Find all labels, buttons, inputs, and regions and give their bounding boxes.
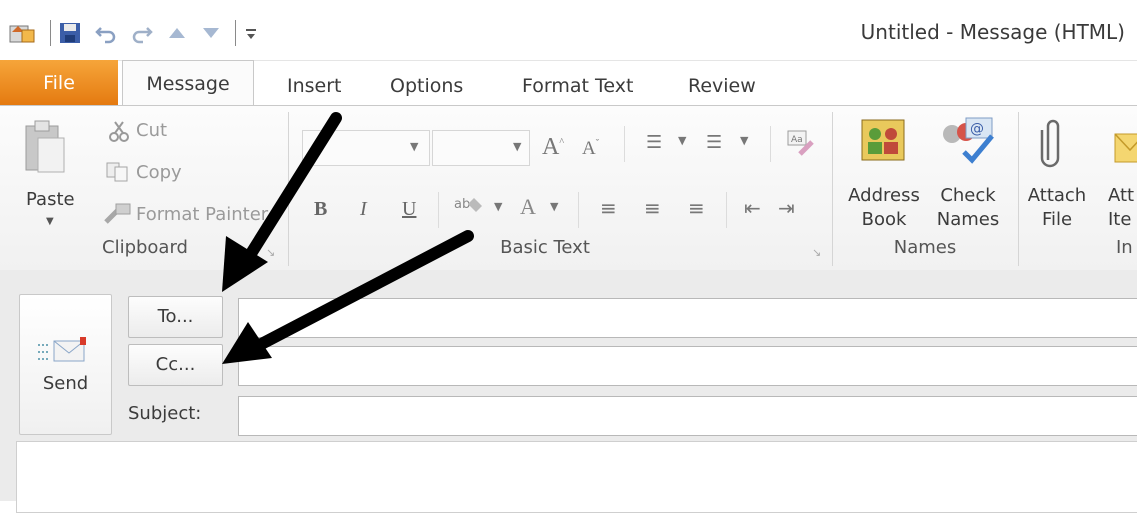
attach-file-button[interactable]: Attach File	[1026, 184, 1088, 232]
toolbar-separator	[50, 20, 51, 46]
align-right-icon[interactable]: ≡	[688, 196, 705, 220]
check-names-label-line2: Names	[936, 209, 1000, 230]
ribbon-tabs: File Message Insert Options Format Text …	[0, 60, 1137, 109]
attach-file-label-line1: Attach	[1027, 185, 1087, 206]
tab-options[interactable]: Options	[390, 66, 463, 106]
outlook-app-icon[interactable]	[8, 20, 36, 46]
to-button[interactable]: To...	[128, 296, 223, 338]
align-left-icon[interactable]: ≡	[600, 196, 617, 220]
attach-file-label-line2: File	[1041, 209, 1073, 230]
highlight-icon[interactable]: ab	[452, 192, 486, 226]
clipboard-group-label: Clipboard	[102, 237, 188, 258]
separator	[726, 192, 727, 228]
group-divider	[832, 112, 833, 266]
tab-message[interactable]: Message	[122, 60, 254, 109]
shrink-font-icon[interactable]: Aˇ	[582, 138, 599, 160]
redo-icon[interactable]	[131, 22, 153, 44]
names-group-label: Names	[893, 237, 957, 258]
send-envelope-icon	[36, 337, 92, 371]
tab-format-text[interactable]: Format Text	[522, 66, 633, 106]
check-names-label-line1: Check	[940, 185, 996, 206]
numbering-dropdown-icon[interactable]: ▼	[740, 134, 748, 147]
attach-item-button[interactable]: Att Ite	[1108, 184, 1137, 232]
grow-font-icon[interactable]: A^	[542, 134, 564, 161]
ribbon: Paste ▼ Cut Copy Format Painter Clipboar…	[0, 105, 1137, 271]
cut-icon	[108, 120, 130, 146]
include-group-label: In	[1116, 237, 1133, 258]
tab-review[interactable]: Review	[688, 66, 756, 106]
decrease-indent-icon[interactable]: ⇤	[744, 196, 761, 220]
message-body[interactable]	[16, 441, 1137, 513]
quick-access-toolbar	[8, 18, 272, 48]
svg-text:Aa: Aa	[791, 135, 803, 145]
to-field[interactable]	[238, 298, 1137, 338]
envelope-icon	[1114, 132, 1137, 170]
separator	[438, 192, 439, 228]
attach-item-label-line2: Ite	[1108, 209, 1132, 230]
highlight-dropdown-icon[interactable]: ▼	[494, 200, 502, 213]
check-names-button[interactable]: Check Names	[930, 184, 1006, 232]
underline-button[interactable]: U	[402, 198, 416, 221]
subject-field[interactable]	[238, 396, 1137, 436]
group-divider	[288, 112, 289, 266]
send-button[interactable]: Send	[19, 294, 112, 435]
bullets-icon[interactable]: ☰	[646, 132, 662, 153]
cut-button[interactable]: Cut	[136, 120, 167, 141]
format-painter-button[interactable]: Format Painter	[136, 204, 268, 225]
paste-icon[interactable]	[22, 118, 68, 180]
numbering-icon[interactable]: ☰	[706, 132, 722, 153]
send-label: Send	[42, 373, 89, 394]
address-book-label-line1: Address	[848, 185, 920, 206]
address-book-button[interactable]: Address Book	[844, 184, 924, 232]
cc-field[interactable]	[238, 346, 1137, 386]
tab-insert[interactable]: Insert	[287, 66, 342, 106]
clear-formatting-icon[interactable]: Aa	[786, 128, 816, 162]
subject-label: Subject:	[128, 403, 202, 424]
italic-button[interactable]: I	[360, 198, 367, 221]
basic-text-group-label: Basic Text	[500, 237, 590, 258]
align-center-icon[interactable]: ≡	[644, 196, 661, 220]
paste-dropdown-icon[interactable]: ▼	[46, 216, 54, 227]
compose-header: Send To... Cc... Subject:	[0, 270, 1137, 513]
format-painter-icon	[104, 202, 132, 230]
next-item-icon[interactable]	[201, 24, 221, 42]
paperclip-icon	[1040, 114, 1066, 174]
font-color-dropdown-icon[interactable]: ▼	[550, 200, 558, 213]
address-book-label-line2: Book	[861, 209, 907, 230]
paste-label[interactable]: Paste	[26, 188, 75, 212]
font-name-dropdown-icon[interactable]: ▼	[410, 140, 418, 153]
save-icon[interactable]	[59, 22, 81, 44]
increase-indent-icon[interactable]: ⇥	[778, 196, 795, 220]
tab-file[interactable]: File	[0, 60, 118, 106]
undo-icon[interactable]	[95, 22, 117, 44]
window-title: Untitled - Message (HTML)	[860, 20, 1125, 44]
separator	[770, 126, 771, 162]
title-bar: Untitled - Message (HTML)	[0, 0, 1137, 61]
separator	[624, 126, 625, 162]
copy-button[interactable]: Copy	[136, 162, 182, 183]
font-color-icon[interactable]: A	[520, 194, 536, 220]
basic-text-launcher-icon[interactable]: ↘	[812, 246, 821, 259]
svg-text:ab: ab	[454, 197, 470, 212]
bold-button[interactable]: B	[314, 198, 327, 221]
address-book-icon	[858, 116, 908, 168]
check-names-icon: @	[936, 112, 996, 168]
customize-toolbar-icon[interactable]	[244, 24, 258, 42]
separator	[578, 192, 579, 228]
clipboard-launcher-icon[interactable]: ↘	[266, 246, 275, 259]
cc-button[interactable]: Cc...	[128, 344, 223, 386]
bullets-dropdown-icon[interactable]: ▼	[678, 134, 686, 147]
previous-item-icon[interactable]	[167, 24, 187, 42]
svg-text:@: @	[970, 121, 984, 137]
toolbar-separator	[235, 20, 236, 46]
copy-icon	[106, 162, 130, 186]
group-divider	[1018, 112, 1019, 266]
font-size-dropdown-icon[interactable]: ▼	[513, 140, 521, 153]
attach-item-label-line1: Att	[1108, 185, 1135, 206]
